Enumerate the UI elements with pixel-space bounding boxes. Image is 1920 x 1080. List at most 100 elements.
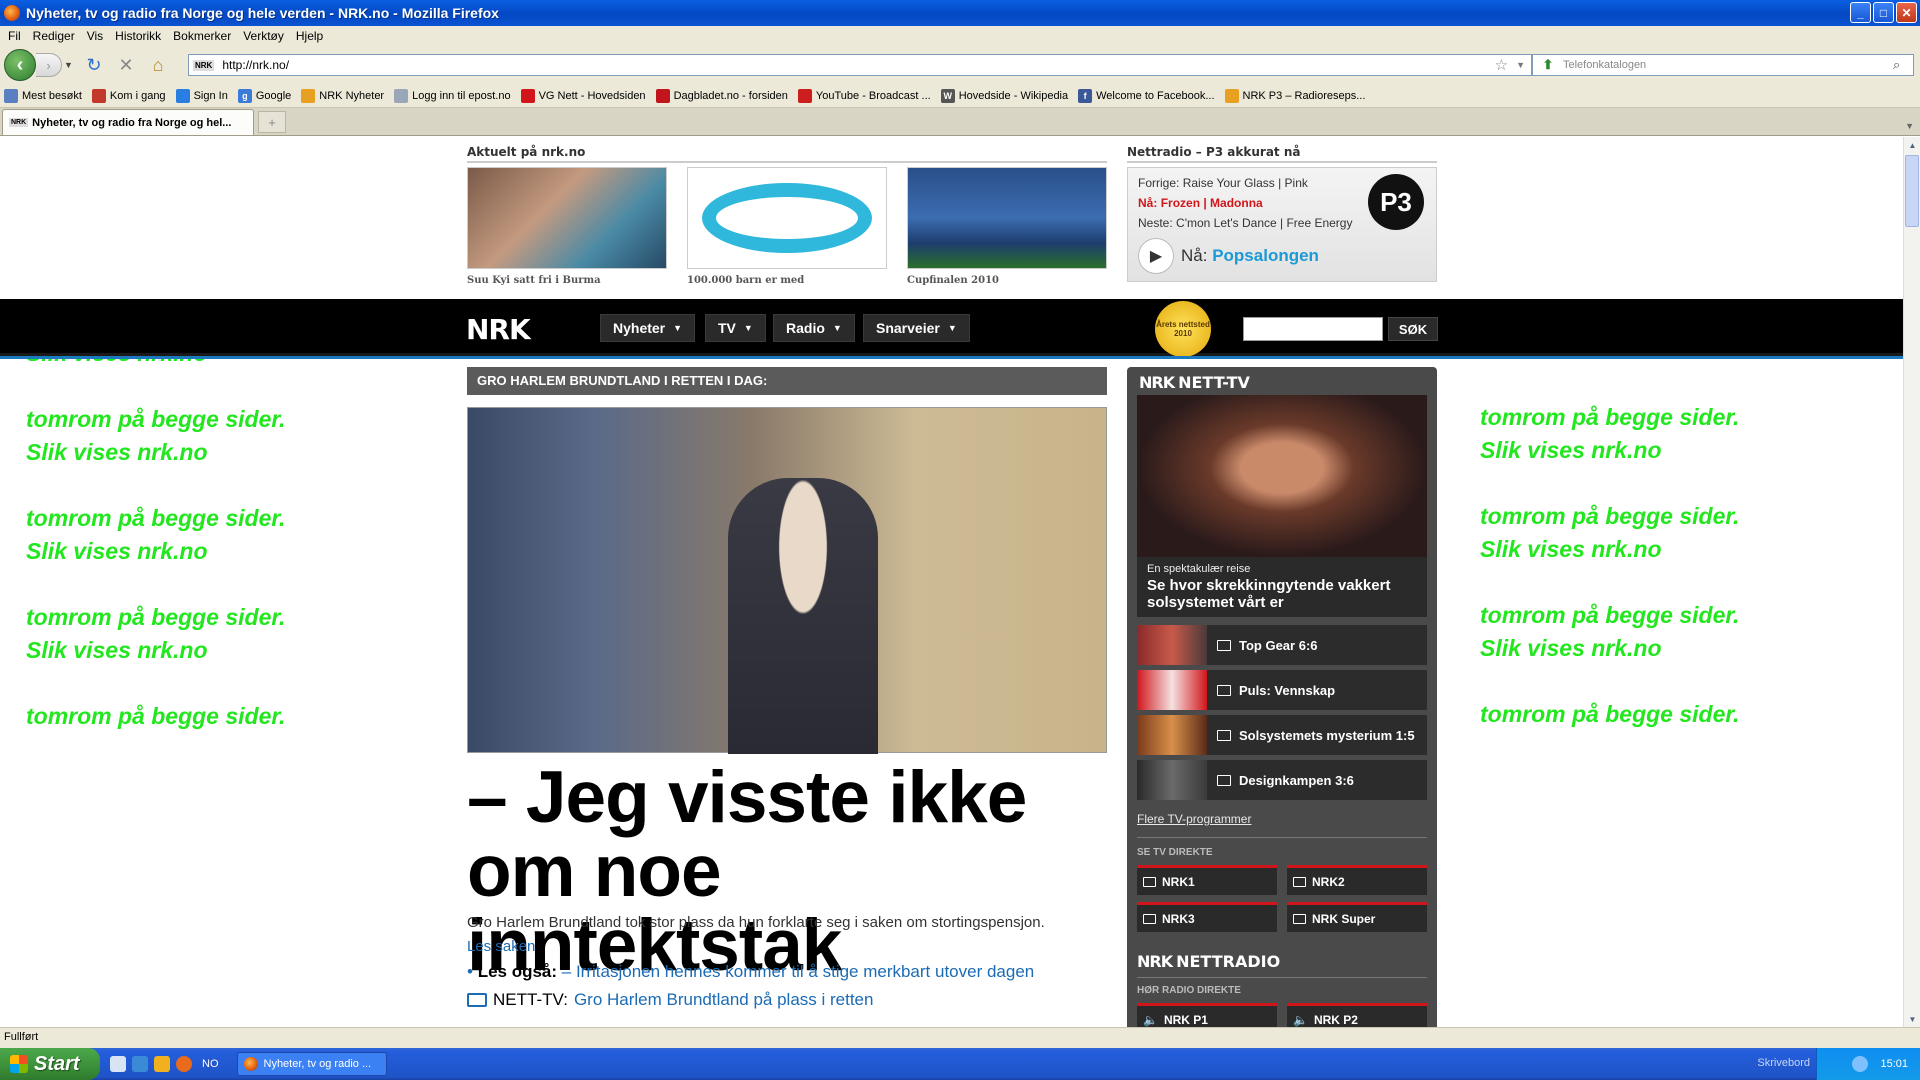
channel-p1-button[interactable]: 🔈 NRK P1 bbox=[1137, 1003, 1277, 1027]
bookmark-item[interactable]: Dagbladet.no - forsiden bbox=[655, 88, 788, 103]
media-icon[interactable] bbox=[154, 1056, 170, 1072]
related-article-link[interactable]: – Irritasjonen hennes kommer til å stige… bbox=[562, 962, 1034, 981]
tab-list-icon[interactable]: ▼ bbox=[1905, 121, 1914, 131]
new-tab-button[interactable]: + bbox=[258, 111, 286, 133]
bookmark-item[interactable]: NRK Nyheter bbox=[301, 88, 384, 103]
tv-program-item[interactable]: Solsystemets mysterium 1:5 bbox=[1137, 715, 1427, 755]
feature-image[interactable] bbox=[1137, 395, 1427, 557]
aktuelt-image[interactable] bbox=[907, 167, 1107, 269]
scroll-thumb[interactable] bbox=[1905, 155, 1919, 227]
bookmark-item[interactable]: Kom i gang bbox=[91, 88, 166, 103]
tab-active[interactable]: NRK Nyheter, tv og radio fra Norge og he… bbox=[2, 109, 254, 135]
feature-title[interactable]: Se hvor skrekkinngytende vakkert solsyst… bbox=[1137, 575, 1427, 613]
desktop-toolbar-label[interactable]: Skrivebord bbox=[1757, 1057, 1810, 1069]
nav-nyheter[interactable]: Nyheter ▼ bbox=[600, 314, 696, 342]
home-icon[interactable]: ⌂ bbox=[144, 53, 172, 77]
scroll-down-icon[interactable]: ▼ bbox=[1904, 1011, 1920, 1027]
channel-p2-button[interactable]: 🔈 NRK P2 bbox=[1287, 1003, 1427, 1027]
read-article-link[interactable]: Les saken bbox=[467, 938, 535, 955]
p3-logo[interactable]: P3 bbox=[1368, 174, 1424, 230]
article-image[interactable] bbox=[467, 407, 1107, 754]
menu-bookmarks[interactable]: Bokmerker bbox=[169, 29, 239, 43]
search-engine-icon[interactable]: ⬆ bbox=[1533, 57, 1563, 73]
windows-icon bbox=[175, 88, 190, 103]
bookmark-item[interactable]: NRK P3 – Radioreseps... bbox=[1224, 88, 1365, 103]
menu-history[interactable]: Historikk bbox=[111, 29, 169, 43]
window-title: Nyheter, tv og radio fra Norge og hele v… bbox=[26, 5, 499, 21]
history-dropdown-icon[interactable]: ▼ bbox=[64, 60, 76, 70]
more-tv-programs-link[interactable]: Flere TV-programmer bbox=[1137, 812, 1251, 826]
bookmark-item[interactable]: Mest besøkt bbox=[4, 88, 82, 103]
channel-nrk3-button[interactable]: NRK3 bbox=[1137, 902, 1277, 932]
menu-edit[interactable]: Rediger bbox=[29, 29, 83, 43]
quick-launch bbox=[110, 1056, 192, 1072]
article-title[interactable]: – Jeg visste ikke om noe inntektstak bbox=[467, 761, 1107, 983]
site-search-button[interactable]: SØK bbox=[1388, 317, 1438, 341]
aktuelt-item[interactable]: Cupfinalen 2010 bbox=[907, 167, 1107, 286]
tv-program-item[interactable]: Puls: Vennskap bbox=[1137, 670, 1427, 710]
nav-radio[interactable]: Radio ▼ bbox=[773, 314, 855, 342]
aktuelt-caption[interactable]: Suu Kyi satt fri i Burma bbox=[467, 275, 667, 286]
bookmark-item[interactable]: Sign In bbox=[175, 88, 228, 103]
aktuelt-image[interactable] bbox=[467, 167, 667, 269]
nrk-logo[interactable]: NRK bbox=[466, 313, 531, 346]
vertical-scrollbar[interactable]: ▲ ▼ bbox=[1903, 137, 1920, 1027]
channel-nrk1-button[interactable]: NRK1 bbox=[1137, 865, 1277, 895]
search-bar[interactable]: ⬆ Telefonkatalogen ⌕ bbox=[1532, 54, 1914, 76]
close-button[interactable]: ✕ bbox=[1896, 2, 1917, 23]
firefox-icon[interactable] bbox=[176, 1056, 192, 1072]
menu-tools[interactable]: Verktøy bbox=[239, 29, 292, 43]
maximize-button[interactable]: □ bbox=[1873, 2, 1894, 23]
menu-file[interactable]: Fil bbox=[4, 29, 29, 43]
reload-icon[interactable]: ↻ bbox=[80, 53, 108, 77]
back-button[interactable]: ‹ bbox=[4, 49, 36, 81]
url-bar[interactable]: NRK http://nrk.no/ ☆ ▼ bbox=[188, 54, 1532, 76]
bookmark-item[interactable]: f Welcome to Facebook... bbox=[1078, 88, 1215, 103]
channel-nrk-super-button[interactable]: NRK Super bbox=[1287, 902, 1427, 932]
live-radio-heading: HØR RADIO DIREKTE bbox=[1137, 985, 1241, 996]
stop-icon[interactable]: ✕ bbox=[112, 53, 140, 77]
tv-program-item[interactable]: Top Gear 6:6 bbox=[1137, 625, 1427, 665]
channel-nrk2-button[interactable]: NRK2 bbox=[1287, 865, 1427, 895]
bookmark-item[interactable]: W Hovedside - Wikipedia bbox=[940, 88, 1068, 103]
aktuelt-item[interactable]: Suu Kyi satt fri i Burma bbox=[467, 167, 667, 286]
start-button[interactable]: Start bbox=[0, 1048, 100, 1080]
nett-tv-video-link[interactable]: Gro Harlem Brundtland på plass i retten bbox=[574, 990, 874, 1010]
menu-help[interactable]: Hjelp bbox=[292, 29, 331, 43]
nett-tv-feature[interactable]: En spektakulær reise Se hvor skrekkinngy… bbox=[1137, 395, 1427, 617]
scroll-up-icon[interactable]: ▲ bbox=[1904, 137, 1920, 153]
language-indicator[interactable]: NO bbox=[202, 1058, 219, 1070]
bookmark-item[interactable]: g Google bbox=[237, 88, 291, 103]
url-text[interactable]: http://nrk.no/ bbox=[222, 58, 1494, 72]
minimize-button[interactable]: _ bbox=[1850, 2, 1871, 23]
tv-program-item[interactable]: Designkampen 3:6 bbox=[1137, 760, 1427, 800]
tray-icon[interactable] bbox=[1852, 1056, 1869, 1072]
windows-logo-icon bbox=[10, 1055, 28, 1073]
search-icon[interactable]: ⌕ bbox=[1893, 57, 1913, 73]
search-placeholder[interactable]: Telefonkatalogen bbox=[1563, 59, 1893, 71]
nett-tv-panel: NRK NETT-TV En spektakulær reise Se hvor … bbox=[1127, 367, 1437, 1027]
bookmark-item[interactable]: Logg inn til epost.no bbox=[394, 88, 511, 103]
aktuelt-image[interactable] bbox=[687, 167, 887, 269]
nettradio-widget: Forrige: Raise Your Glass | Pink Nå: Fro… bbox=[1127, 167, 1437, 282]
ie-icon[interactable] bbox=[132, 1056, 148, 1072]
play-icon[interactable]: ▶ bbox=[1138, 238, 1174, 274]
tv-icon bbox=[1217, 774, 1231, 786]
nav-tv[interactable]: TV ▼ bbox=[705, 314, 766, 342]
site-search-input[interactable] bbox=[1243, 317, 1383, 341]
clock[interactable]: 15:01 bbox=[1880, 1058, 1908, 1070]
url-dropdown-icon[interactable]: ▼ bbox=[1516, 60, 1525, 70]
menu-view[interactable]: Vis bbox=[83, 29, 111, 43]
nav-snarveier[interactable]: Snarveier ▼ bbox=[863, 314, 970, 342]
bookmark-star-icon[interactable]: ☆ bbox=[1495, 56, 1508, 74]
bookmark-item[interactable]: VG Nett - Hovedsiden bbox=[520, 88, 646, 103]
now-playing-show[interactable]: Nå: Popsalongen bbox=[1181, 246, 1319, 266]
aktuelt-caption[interactable]: 100.000 barn er med bbox=[687, 275, 887, 286]
taskbar-firefox-window[interactable]: Nyheter, tv og radio ... bbox=[236, 1052, 387, 1076]
aktuelt-item[interactable]: 100.000 barn er med bbox=[687, 167, 887, 286]
show-desktop-icon[interactable] bbox=[110, 1056, 126, 1072]
aktuelt-caption[interactable]: Cupfinalen 2010 bbox=[907, 275, 1107, 286]
article-kicker[interactable]: GRO HARLEM BRUNDTLAND I RETTEN I DAG: bbox=[467, 367, 1107, 395]
bookmark-item[interactable]: YouTube - Broadcast ... bbox=[797, 88, 931, 103]
forward-button[interactable]: › bbox=[36, 53, 62, 77]
